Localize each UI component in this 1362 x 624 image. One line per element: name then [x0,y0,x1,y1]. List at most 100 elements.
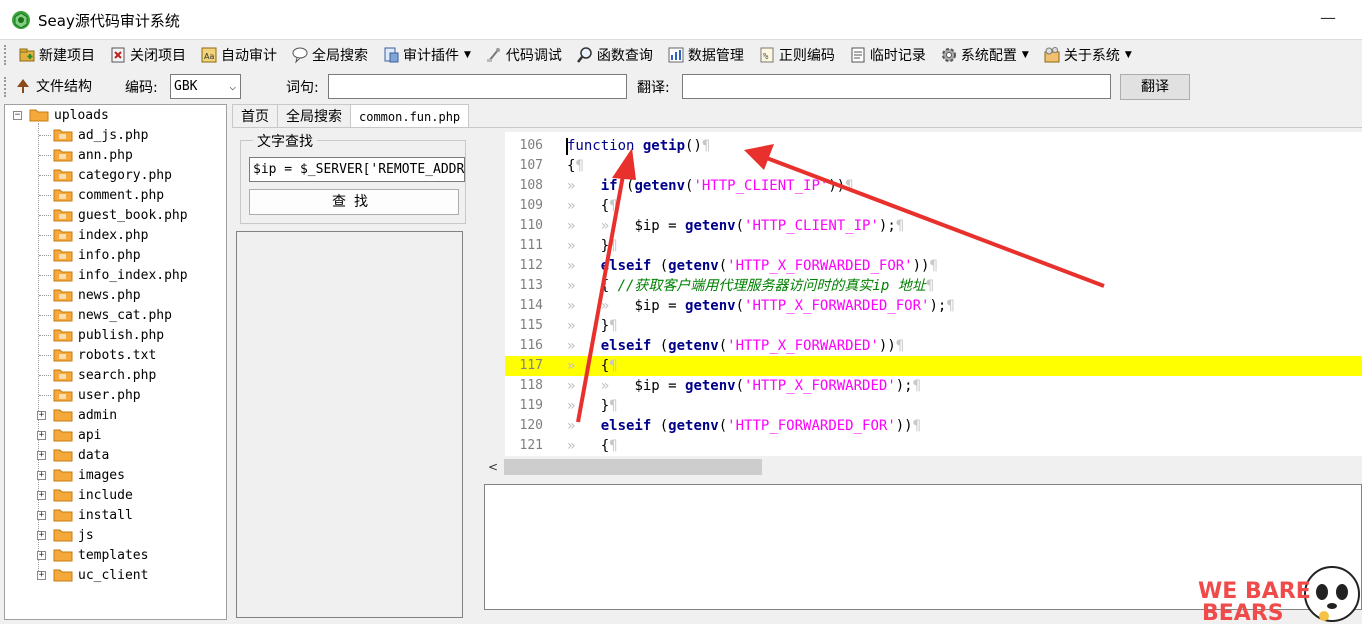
horizontal-scrollbar[interactable]: < [484,458,1362,476]
find-button[interactable]: 查找 [249,189,459,215]
code-line[interactable]: 113 » { //获取客户端用代理服务器访问时的真实ip 地址¶ [505,276,1362,296]
tree-item-label: category.php [78,167,172,183]
scroll-left-icon[interactable]: < [484,458,502,476]
code-debug-button[interactable]: 代码调试 [481,43,566,67]
code-line[interactable]: 120 » elseif (getenv('HTTP_FORWARDED_FOR'… [505,416,1362,436]
tree-file-item[interactable]: robots.txt [53,345,156,365]
tree-item-label: news.php [78,287,141,303]
tree-file-item[interactable]: news.php [53,285,141,305]
tab-global-search[interactable]: 全局搜索 [277,104,351,128]
debug-icon [486,48,500,62]
new-project-button[interactable]: 新建项目 [14,43,99,67]
code-line[interactable]: 116 » elseif (getenv('HTTP_X_FORWARDED'))… [505,336,1362,356]
translate-button[interactable]: 翻译 [1120,74,1190,100]
file-tree: − uploads ad_js.php ann.php category.php co… [4,104,227,620]
close-project-button[interactable]: 关闭项目 [105,43,190,67]
code-line[interactable]: 114 » » $ip = getenv('HTTP_X_FORWARDED_FO… [505,296,1362,316]
word-input[interactable] [328,74,627,99]
data-manage-button[interactable]: 数据管理 [663,43,748,67]
tree-folder-item[interactable]: uc_client [53,565,148,585]
tab-common-fun-php[interactable]: common.fun.php [350,104,470,129]
expand-icon[interactable]: + [37,431,46,440]
data-manage-icon [668,47,684,63]
code-line[interactable]: 107 {¶ [505,156,1362,176]
expand-icon[interactable]: + [37,551,46,560]
gear-icon [941,48,956,62]
code-line[interactable]: 108 » if (getenv('HTTP_CLIENT_IP'))¶ [505,176,1362,196]
tree-folder-item[interactable]: js [53,525,94,545]
translate-label: 翻译: [637,80,670,96]
expand-icon[interactable]: + [37,471,46,480]
expand-icon[interactable]: + [37,571,46,580]
code-line[interactable]: 115 » }¶ [505,316,1362,336]
folder-icon [53,549,73,562]
encoding-label: 编码: [125,80,158,96]
toolbar-grip[interactable] [4,45,8,65]
tree-folder-item[interactable]: include [53,485,133,505]
tree-file-item[interactable]: ad_js.php [53,125,148,145]
tree-file-item[interactable]: publish.php [53,325,164,345]
tree-folder-item[interactable]: templates [53,545,148,565]
about-system-button[interactable]: 关于系统 ▼ [1039,43,1136,67]
code-line[interactable]: 118 » » $ip = getenv('HTTP_X_FORWARDED');… [505,376,1362,396]
tree-item-label: info.php [78,247,141,263]
expand-icon[interactable]: + [37,491,46,500]
code-line[interactable]: 110 » » $ip = getenv('HTTP_CLIENT_IP');¶ [505,216,1362,236]
tree-file-item[interactable]: info_index.php [53,265,188,285]
toolbar-grip[interactable] [4,77,8,97]
code-editor[interactable]: 106 function getip()¶ 107 {¶ 108 » if (getenv… [505,132,1362,456]
global-search-button[interactable]: 全局搜索 [287,43,372,67]
tree-file-item[interactable]: index.php [53,225,148,245]
code-line[interactable]: 119 » }¶ [505,396,1362,416]
collapse-icon[interactable]: − [13,111,22,120]
tree-item-label: user.php [78,387,141,403]
regex-encode-button[interactable]: % 正则编码 [754,43,839,67]
tree-root[interactable]: uploads [29,105,109,125]
find-input[interactable]: $ip = $_SERVER['REMOTE_ADDR' [249,157,465,182]
php-file-icon [53,389,73,402]
expand-icon[interactable]: + [37,511,46,520]
plugin-menu-button[interactable]: 审计插件 ▼ [378,43,475,67]
tree-file-item[interactable]: info.php [53,245,141,265]
code-line[interactable]: 121 » {¶ [505,436,1362,456]
code-line[interactable]: 111 » }¶ [505,236,1362,256]
tree-guide-line [38,123,39,575]
auto-audit-button[interactable]: Aa 自动审计 [196,43,281,67]
encoding-select[interactable]: GBK ⌵ [170,74,241,99]
tree-item-label: templates [78,547,149,563]
code-line[interactable]: 109 » {¶ [505,196,1362,216]
tree-file-item[interactable]: guest_book.php [53,205,188,225]
tree-folder-item[interactable]: api [53,425,101,445]
minimize-button[interactable]: — [1316,8,1340,32]
tree-file-item[interactable]: user.php [53,385,141,405]
system-config-button[interactable]: 系统配置 ▼ [936,43,1033,67]
tree-file-item[interactable]: ann.php [53,145,133,165]
tab-home[interactable]: 首页 [232,104,278,128]
editor-tabs: 首页 全局搜索 common.fun.php [232,104,470,129]
tree-file-item[interactable]: search.php [53,365,156,385]
file-structure-toggle[interactable]: 文件结构 [14,76,92,96]
expand-icon[interactable]: + [37,451,46,460]
code-line[interactable]: 106 function getip()¶ [505,136,1362,156]
tree-folder-item[interactable]: install [53,505,133,525]
expand-icon[interactable]: + [37,531,46,540]
tree-file-item[interactable]: news_cat.php [53,305,172,325]
plugin-icon [384,47,399,63]
scrollbar-thumb[interactable] [504,459,762,475]
expand-icon[interactable]: + [37,411,46,420]
code-line[interactable]: 117 » {¶ [505,356,1362,376]
tree-folder-item[interactable]: admin [53,405,117,425]
temp-record-button[interactable]: 临时记录 [845,43,930,67]
tree-folder-item[interactable]: images [53,465,125,485]
php-file-icon [53,169,73,182]
translate-input[interactable] [682,74,1111,99]
tree-item-label: include [78,487,133,503]
tree-folder-item[interactable]: data [53,445,109,465]
function-query-button[interactable]: 函数查询 [572,43,657,67]
title-bar: Seay源代码审计系统 — [0,0,1362,40]
find-results-list[interactable] [236,231,463,618]
tree-file-item[interactable]: category.php [53,165,172,185]
code-line[interactable]: 112 » elseif (getenv('HTTP_X_FORWARDED_FO… [505,256,1362,276]
tree-item-label: data [78,447,110,463]
tree-file-item[interactable]: comment.php [53,185,164,205]
